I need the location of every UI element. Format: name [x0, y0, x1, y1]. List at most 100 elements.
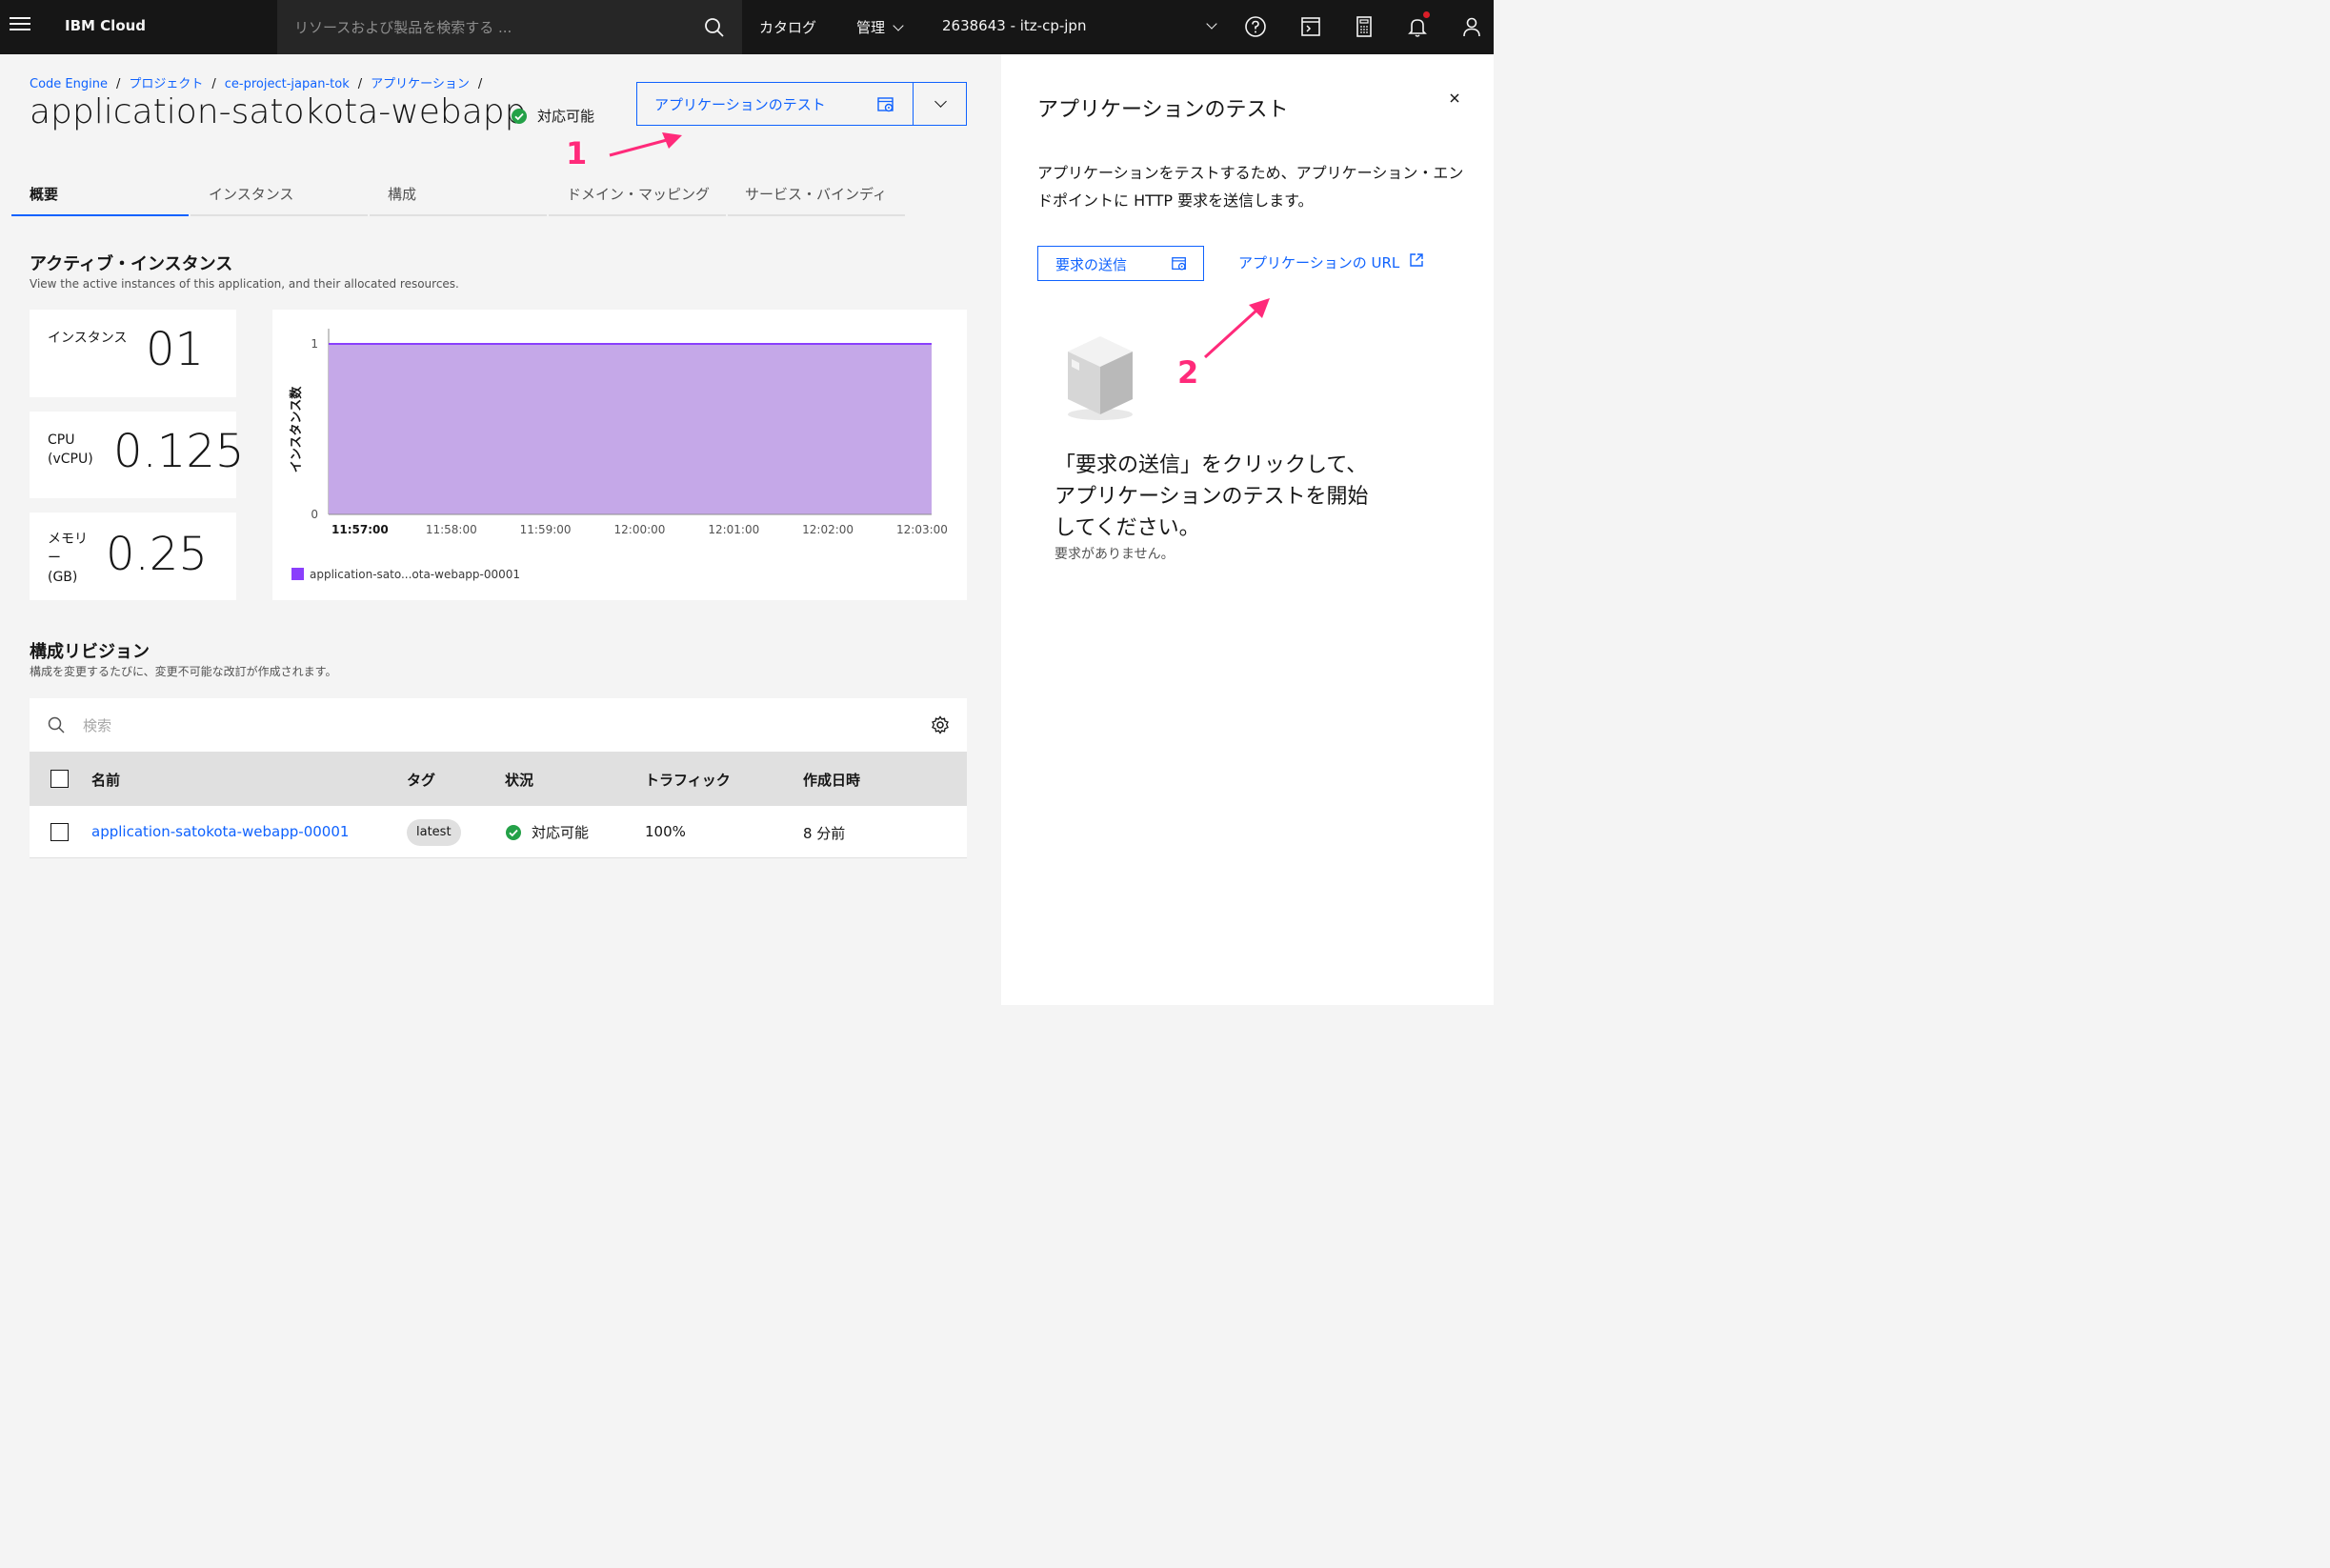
revisions-table-header: 名前 タグ 状況 トラフィック 作成日時	[30, 753, 967, 806]
x-tick-label: 12:00:00	[614, 523, 666, 536]
application-url-link[interactable]: アプリケーションの URL	[1238, 252, 1424, 272]
y-axis-label: インスタンス数	[289, 386, 304, 472]
revisions-search-input[interactable]: 検索	[83, 715, 111, 735]
stat-label: メモリー (GB)	[48, 532, 88, 585]
column-header-tag[interactable]: タグ	[407, 770, 435, 790]
brand-name[interactable]: IBM Cloud	[65, 17, 146, 34]
legend-label: application-sato...ota-webapp-00001	[310, 568, 520, 581]
y-tick-label: 0	[311, 508, 318, 521]
breadcrumb-projects[interactable]: プロジェクト	[129, 77, 203, 91]
page-title: application-satokota-webapp	[30, 92, 527, 131]
send-request-label: 要求の送信	[1055, 256, 1128, 273]
column-header-status[interactable]: 状況	[505, 770, 533, 790]
gear-icon[interactable]	[931, 715, 950, 734]
main-content: Code Engine / プロジェクト / ce-project-japan-tok /…	[0, 54, 1001, 1005]
launch-test-icon	[1172, 257, 1186, 271]
menu-icon[interactable]	[10, 17, 30, 36]
breadcrumb-code-engine[interactable]: Code Engine	[30, 77, 108, 91]
stat-value: 0.125	[113, 425, 245, 478]
tab-configuration[interactable]: 構成	[370, 174, 547, 216]
instances-area-chart: 0 1 11:57:00 11:58:00 11:59:00 12:00:00 12:01:…	[289, 329, 948, 581]
global-search[interactable]: リソースおよび製品を検索する ...	[277, 0, 742, 54]
x-tick-label: 12:02:00	[802, 523, 854, 536]
calculator-icon[interactable]	[1352, 14, 1376, 39]
annotation-number-2: 2	[1177, 354, 1199, 391]
empty-state-subtitle: 要求がありません。	[1055, 547, 1175, 562]
breadcrumb-separator: /	[211, 77, 216, 91]
column-header-traffic[interactable]: トラフィック	[645, 770, 731, 790]
revisions-title: 構成リビジョン	[30, 642, 150, 662]
check-circle-icon	[506, 824, 521, 840]
revision-created: 8 分前	[803, 825, 846, 842]
tab-instances[interactable]: インスタンス	[191, 174, 368, 216]
stat-label: CPU (vCPU)	[48, 432, 93, 467]
instances-chart-card: 0 1 11:57:00 11:58:00 11:59:00 12:00:00 12:01:…	[272, 310, 967, 600]
annotation-number-1: 1	[566, 135, 588, 171]
row-checkbox[interactable]	[50, 823, 69, 841]
status-text: 対応可能	[537, 108, 595, 125]
active-instances-description: View the active instances of this applic…	[30, 277, 459, 291]
top-navigation-bar: IBM Cloud リソースおよび製品を検索する ... カタログ 管理 263…	[0, 0, 1494, 54]
tab-service-bindings[interactable]: サービス・バインディ	[728, 174, 905, 216]
empty-state-title: 「要求の送信」をクリックして、アプリケーションのテストを開始してください。	[1055, 453, 1369, 540]
y-tick-label: 1	[311, 337, 318, 351]
revisions-description: 構成を変更するたびに、変更不可能な改訂が作成されます。	[30, 665, 337, 678]
x-tick-label: 12:03:00	[896, 523, 948, 536]
search-icon	[48, 716, 65, 734]
breadcrumb-separator: /	[477, 77, 483, 91]
x-tick-label: 12:01:00	[708, 523, 759, 536]
search-icon[interactable]	[702, 15, 727, 40]
cloud-shell-icon[interactable]	[1298, 14, 1323, 39]
column-header-created[interactable]: 作成日時	[803, 770, 860, 790]
active-instances-title: アクティブ・インスタンス	[30, 254, 233, 274]
x-tick-label: 11:57:00	[331, 523, 389, 536]
panel-description: アプリケーションをテストするため、アプリケーション・エンドポイントに HTTP …	[1037, 164, 1464, 210]
chevron-down-icon[interactable]	[1206, 18, 1217, 30]
test-application-label: アプリケーションのテスト	[654, 95, 826, 113]
send-request-button[interactable]: 要求の送信	[1037, 246, 1204, 281]
manage-menu[interactable]: 管理	[856, 17, 904, 37]
revision-tag: latest	[407, 819, 461, 846]
external-link-icon	[1410, 252, 1423, 267]
tab-domain-mappings[interactable]: ドメイン・マッピング	[549, 174, 726, 216]
breadcrumb-project[interactable]: ce-project-japan-tok	[225, 77, 350, 91]
global-search-input[interactable]: リソースおよび製品を検索する ...	[294, 17, 512, 37]
empty-box-illustration	[1068, 336, 1133, 420]
breadcrumb-separator: /	[357, 77, 363, 91]
close-icon[interactable]	[1447, 90, 1462, 106]
revision-name-link[interactable]: application-satokota-webapp-00001	[91, 823, 349, 840]
stat-label: インスタンス	[48, 331, 128, 346]
revisions-table-toolbar: 検索	[30, 698, 967, 753]
launch-test-icon	[877, 97, 894, 112]
user-avatar-icon[interactable]	[1459, 14, 1484, 39]
cpu-stat-card: CPU (vCPU) 0.125	[30, 412, 244, 498]
column-header-name[interactable]: 名前	[91, 770, 120, 790]
revision-traffic: 100%	[645, 823, 686, 840]
test-application-button[interactable]: アプリケーションのテスト	[636, 82, 914, 126]
series-area	[329, 344, 932, 514]
chevron-down-icon	[893, 20, 904, 31]
chevron-down-icon	[934, 95, 947, 108]
check-circle-icon	[512, 108, 527, 124]
help-icon[interactable]	[1243, 14, 1268, 39]
breadcrumb-applications[interactable]: アプリケーション	[371, 77, 470, 91]
catalog-link[interactable]: カタログ	[759, 17, 816, 37]
test-options-dropdown-button[interactable]	[913, 82, 967, 126]
stat-value: 0.25	[106, 528, 208, 581]
manage-label: 管理	[856, 19, 886, 36]
panel-title: アプリケーションのテスト	[1037, 98, 1289, 122]
instances-stat-card: インスタンス 01	[30, 310, 236, 397]
select-all-checkbox[interactable]	[50, 770, 69, 788]
status-badge: 対応可能	[511, 106, 594, 126]
x-tick-label: 11:59:00	[520, 523, 572, 536]
notification-badge	[1423, 11, 1430, 18]
account-switcher[interactable]: 2638643 - itz-cp-jpn	[942, 17, 1086, 34]
tab-overview[interactable]: 概要	[11, 174, 189, 216]
breadcrumb-separator: /	[115, 77, 121, 91]
x-tick-label: 11:58:00	[426, 523, 477, 536]
application-url-label: アプリケーションの URL	[1238, 254, 1400, 271]
stat-value: 01	[146, 323, 205, 376]
legend-swatch	[291, 568, 304, 580]
table-row: application-satokota-webapp-00001 latest…	[30, 806, 967, 858]
breadcrumb: Code Engine / プロジェクト / ce-project-japan-tok /…	[30, 73, 491, 91]
